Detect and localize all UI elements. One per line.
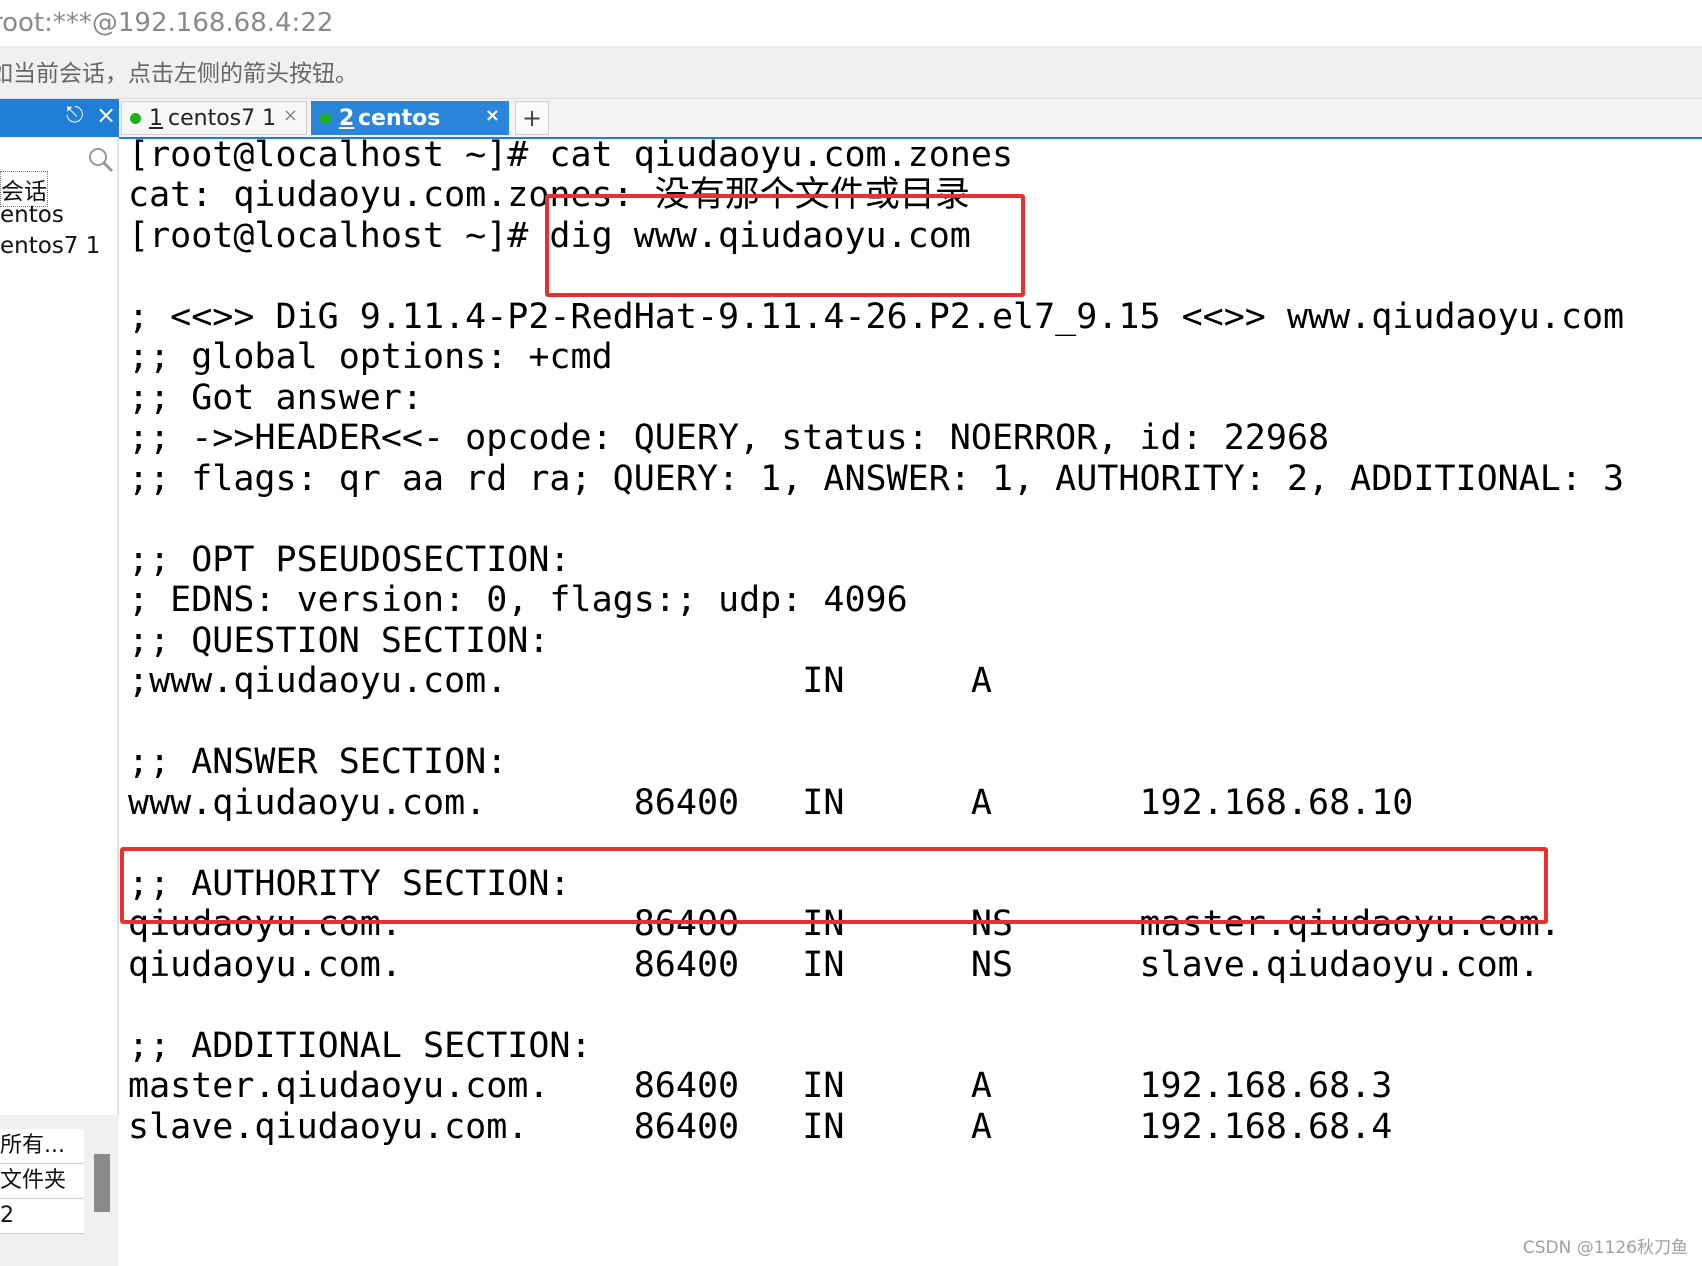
session-panel-header: ⎋ ×: [0, 99, 119, 137]
terminal-line: ;; OPT PSEUDOSECTION:: [128, 540, 571, 580]
connected-status-icon: [130, 113, 141, 124]
pin-icon[interactable]: ⎋: [66, 103, 83, 128]
tab-centos[interactable]: 2 centos ×: [311, 101, 509, 135]
bottom-item-count: 2: [0, 1199, 84, 1234]
panel-close-button[interactable]: ×: [96, 101, 116, 129]
add-tab-button[interactable]: +: [515, 101, 549, 135]
tab-label: centos7 1: [168, 106, 277, 131]
terminal-line: ;www.qiudaoyu.com. IN A: [128, 661, 992, 701]
terminal-line: ;; ->>HEADER<<- opcode: QUERY, status: N…: [128, 418, 1330, 458]
terminal-line: master.qiudaoyu.com. 86400 IN A 192.168.…: [128, 1066, 1393, 1106]
terminal-line: www.qiudaoyu.com. 86400 IN A 192.168.68.…: [128, 783, 1414, 823]
tree-item-centos[interactable]: entos: [0, 202, 64, 228]
terminal-line: ;; ADDITIONAL SECTION:: [128, 1026, 592, 1066]
session-hint-bar: 如当前会话，点击左侧的箭头按钮。: [0, 46, 1702, 99]
tab-number: 2: [339, 106, 355, 131]
tab-number: 1: [149, 106, 163, 131]
tab-close-icon[interactable]: ×: [485, 99, 500, 133]
terminal-line: ;; flags: qr aa rd ra; QUERY: 1, ANSWER:…: [128, 459, 1625, 499]
answer-record-highlight-box: [120, 847, 1548, 924]
bottom-item-folder[interactable]: 文件夹: [0, 1164, 84, 1199]
sidebar-scrollbar-thumb[interactable]: [94, 1154, 110, 1212]
bottom-item-all[interactable]: 所有...: [0, 1129, 84, 1164]
tab-close-icon[interactable]: ×: [283, 99, 298, 133]
dig-command-highlight-box: [545, 194, 1025, 297]
window-titlebar: root:***@192.168.68.4:22: [0, 0, 1702, 46]
terminal-line: ; <<>> DiG 9.11.4-P2-RedHat-9.11.4-26.P2…: [128, 297, 1625, 337]
terminal-line: ; EDNS: version: 0, flags:; udp: 4096: [128, 580, 908, 620]
terminal-line: qiudaoyu.com. 86400 IN NS slave.qiudaoyu…: [128, 945, 1540, 985]
search-icon[interactable]: [88, 147, 114, 173]
window-title: root:***@192.168.68.4:22: [0, 8, 334, 38]
session-sidebar: 会话 entos entos7 1 所有... 文件夹 2: [0, 139, 119, 1266]
terminal-line: slave.qiudaoyu.com. 86400 IN A 192.168.6…: [128, 1107, 1393, 1147]
terminal-line: ;; ANSWER SECTION:: [128, 742, 508, 782]
terminal-pane[interactable]: [root@localhost ~]# cat qiudaoyu.com.zon…: [120, 135, 1702, 1266]
tab-centos7-1[interactable]: 1 centos7 1 ×: [121, 101, 307, 135]
watermark: CSDN @1126秋刀鱼: [1522, 1238, 1688, 1258]
terminal-line: ;; global options: +cmd: [128, 337, 613, 377]
session-hint-text: 如当前会话，点击左侧的箭头按钮。: [0, 61, 358, 87]
terminal-line: ;; QUESTION SECTION:: [128, 621, 550, 661]
terminal-line: [root@localhost ~]# cat qiudaoyu.com.zon…: [128, 135, 1014, 175]
terminal-line: ;; Got answer:: [128, 378, 424, 418]
tree-item-centos7-1[interactable]: entos7 1: [0, 233, 100, 259]
connected-status-icon: [320, 113, 331, 124]
tab-label: centos: [358, 106, 441, 131]
